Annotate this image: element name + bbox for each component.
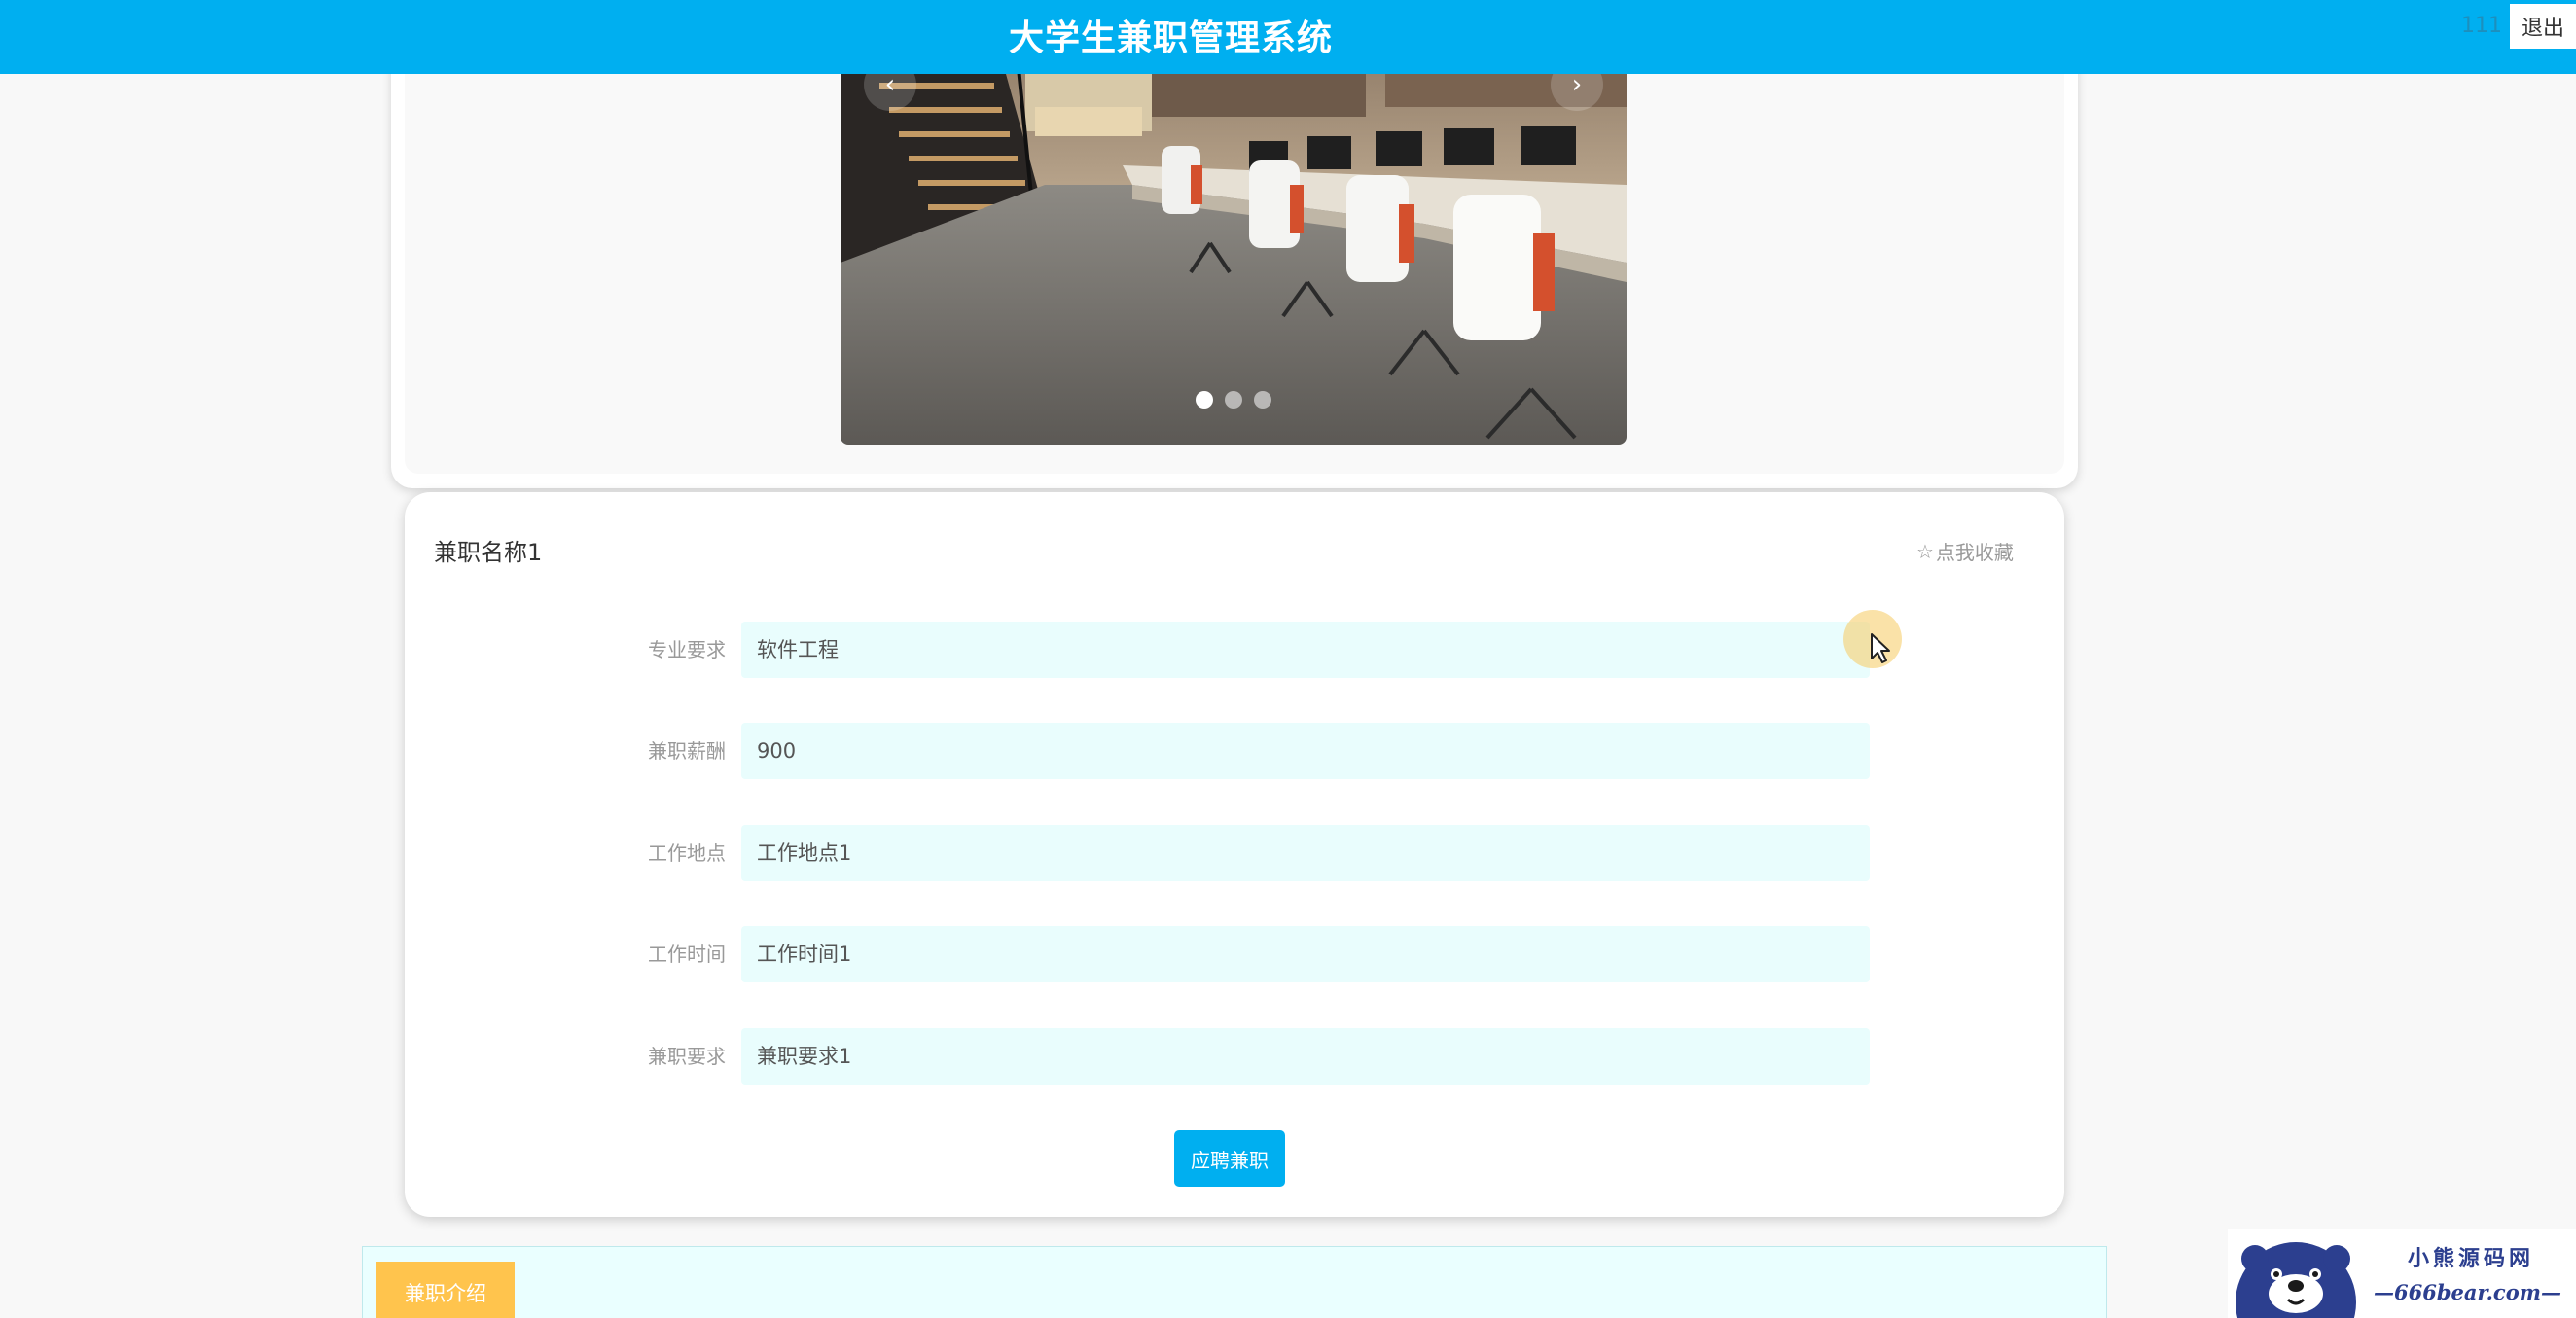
job-intro-tab[interactable]: 兼职介绍 bbox=[376, 1262, 515, 1318]
carousel-dot-2[interactable] bbox=[1225, 391, 1242, 409]
top-bar: 大学生兼职管理系统 111 退出 bbox=[0, 0, 2576, 74]
field-label: 兼职薪酬 bbox=[648, 739, 726, 763]
site-watermark: 小熊源码网 —666bear.com— bbox=[2228, 1229, 2576, 1318]
site-title: 大学生兼职管理系统 bbox=[1009, 18, 1334, 58]
field-row-location: 工作地点 bbox=[405, 825, 2064, 881]
job-intro-section: 兼职介绍 bbox=[362, 1246, 2107, 1318]
watermark-line2: —666bear.com— bbox=[2374, 1280, 2561, 1304]
logout-button[interactable]: 退出 bbox=[2510, 4, 2576, 49]
field-label: 工作地点 bbox=[648, 841, 726, 865]
salary-input[interactable] bbox=[741, 723, 1870, 779]
job-requirement-input[interactable] bbox=[741, 1028, 1870, 1085]
mouse-pointer-icon bbox=[1871, 633, 1890, 663]
work-location-input[interactable] bbox=[741, 825, 1870, 881]
work-time-input[interactable] bbox=[741, 926, 1870, 982]
carousel-image-office bbox=[841, 39, 1627, 445]
carousel-indicators bbox=[1196, 391, 1271, 409]
field-row-time: 工作时间 bbox=[405, 926, 2064, 982]
field-row-requirement: 兼职要求 bbox=[405, 1028, 2064, 1085]
image-carousel[interactable]: ‹ › bbox=[841, 39, 1627, 445]
favorite-button[interactable]: ☆ 点我收藏 bbox=[1916, 537, 2014, 565]
field-label: 专业要求 bbox=[648, 638, 726, 661]
field-row-major: 专业要求 bbox=[405, 622, 2064, 678]
field-label: 工作时间 bbox=[648, 943, 726, 966]
major-requirement-input[interactable] bbox=[741, 622, 1870, 678]
star-outline-icon: ☆ bbox=[1916, 539, 1934, 563]
field-row-salary: 兼职薪酬 bbox=[405, 723, 2064, 779]
favorite-label: 点我收藏 bbox=[1935, 541, 2014, 564]
user-name[interactable]: 111 bbox=[2461, 14, 2502, 38]
watermark-line1: 小熊源码网 bbox=[2408, 1247, 2535, 1271]
job-name: 兼职名称1 bbox=[434, 539, 543, 566]
apply-job-button[interactable]: 应聘兼职 bbox=[1174, 1130, 1285, 1187]
job-detail-card: 兼职名称1 ☆ 点我收藏 专业要求 兼职薪酬 工作地点 工作时间 兼职要求 应聘… bbox=[405, 492, 2064, 1217]
field-label: 兼职要求 bbox=[648, 1045, 726, 1068]
carousel-dot-1[interactable] bbox=[1196, 391, 1213, 409]
bear-logo-icon bbox=[2236, 1242, 2356, 1318]
carousel-dot-3[interactable] bbox=[1254, 391, 1271, 409]
